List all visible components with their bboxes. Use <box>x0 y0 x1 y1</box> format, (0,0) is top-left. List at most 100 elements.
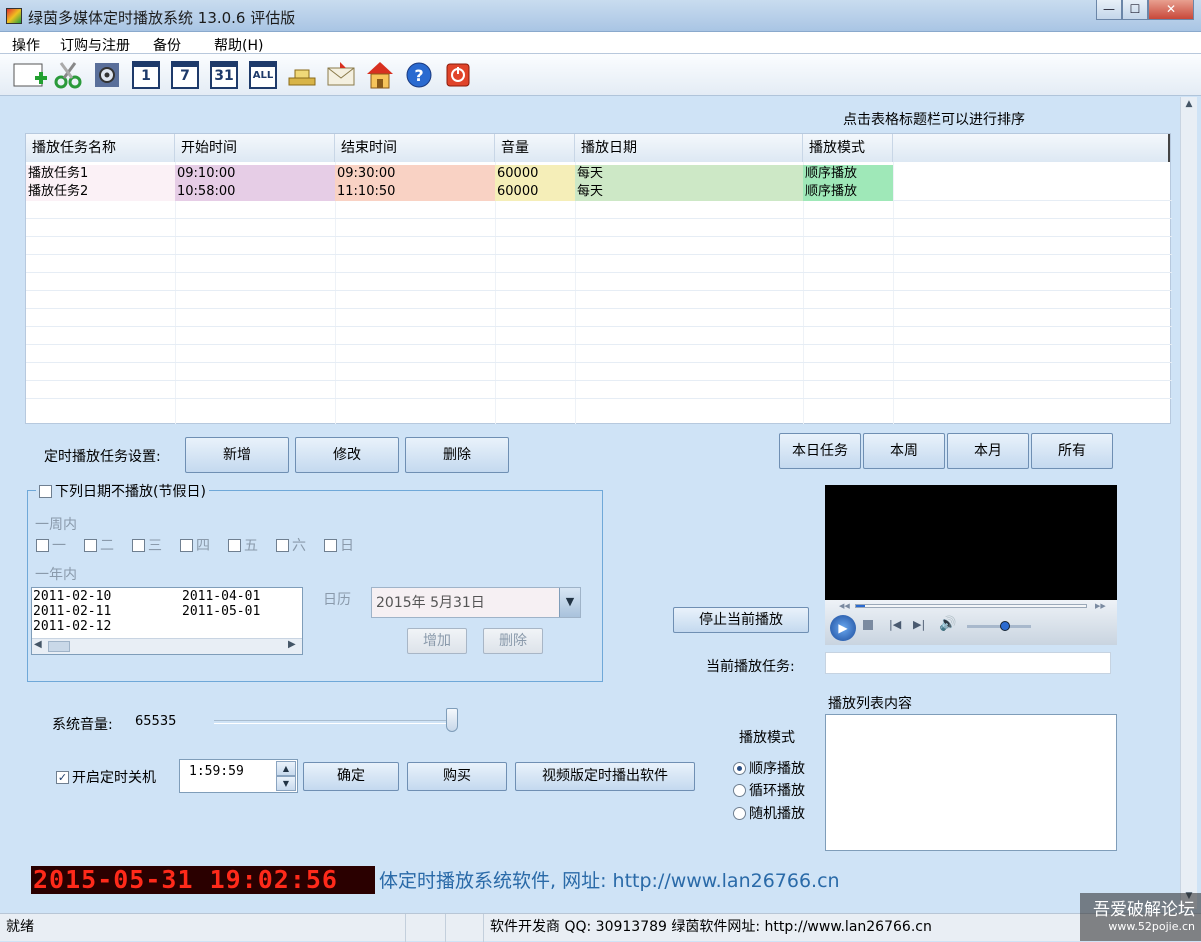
column-header-start[interactable]: 开始时间 <box>175 134 335 162</box>
day-checkbox[interactable]: 日 <box>324 535 354 555</box>
next-icon[interactable]: ▶| <box>913 618 925 631</box>
envelope-icon[interactable] <box>326 60 356 90</box>
table-row[interactable]: 播放任务2 10:58:00 11:10:50 60000 每天 顺序播放 <box>26 183 894 201</box>
scroll-left-icon[interactable]: ◀ <box>34 639 42 650</box>
scissors-icon[interactable] <box>53 60 83 90</box>
play-mode-label: 播放模式 <box>739 730 795 746</box>
scroll-right-icon[interactable]: ▶ <box>288 639 296 650</box>
shutdown-check-icon[interactable]: ✓ <box>56 770 69 784</box>
mode-random-radio[interactable]: 随机播放 <box>733 803 805 823</box>
holiday-date[interactable]: 2011-02-10 <box>33 589 111 604</box>
column-header-mode[interactable]: 播放模式 <box>803 134 893 162</box>
main-scrollbar[interactable]: ▲ ▼ <box>1180 97 1197 909</box>
player-volume-slider[interactable] <box>967 621 1031 631</box>
holiday-date-list[interactable]: 2011-02-10 2011-02-11 2011-02-12 2011-04… <box>31 587 303 655</box>
calendar-month-label: 31 <box>210 61 238 89</box>
shutdown-checkbox[interactable]: ✓ 开启定时关机 <box>56 767 156 787</box>
filter-week-button[interactable]: 本周 <box>863 433 945 469</box>
column-header-volume[interactable]: 音量 <box>495 134 575 162</box>
holiday-date[interactable]: 2011-04-01 <box>182 589 260 604</box>
menu-order-register[interactable]: 订购与注册 <box>60 35 130 55</box>
day-checkbox[interactable]: 一 <box>36 535 66 555</box>
title-bar[interactable]: 绿茵多媒体定时播放系统 13.0.6 评估版 — ☐ ✕ <box>0 0 1201 32</box>
confirm-button[interactable]: 确定 <box>303 762 399 791</box>
system-volume-label: 系统音量: <box>52 717 113 733</box>
scale-icon[interactable] <box>287 60 317 90</box>
window-title: 绿茵多媒体定时播放系统 13.0.6 评估版 <box>28 9 296 27</box>
column-header-name[interactable]: 播放任务名称 <box>26 134 175 162</box>
holiday-checkbox[interactable]: 下列日期不播放(节假日) <box>36 481 209 501</box>
mode-loop-radio[interactable]: 循环播放 <box>733 780 805 800</box>
playlist-box[interactable] <box>825 714 1117 851</box>
media-player-controls[interactable]: ◀◀ ▶▶ ▶ |◀ ▶| 🔊 <box>825 600 1117 645</box>
speaker-icon[interactable]: 🔊 <box>939 616 956 632</box>
day-checkbox[interactable]: 三 <box>132 535 162 555</box>
chevron-down-icon[interactable]: ▼ <box>276 776 296 791</box>
scroll-thumb[interactable] <box>48 641 70 652</box>
system-volume-slider[interactable] <box>214 708 458 732</box>
filter-month-button[interactable]: 本月 <box>947 433 1029 469</box>
close-button[interactable]: ✕ <box>1148 0 1194 20</box>
table-row[interactable]: 播放任务1 09:10:00 09:30:00 60000 每天 顺序播放 <box>26 165 894 183</box>
holiday-list-hscroll[interactable]: ◀ ▶ <box>32 638 302 654</box>
day-checkbox[interactable]: 二 <box>84 535 114 555</box>
status-empty-1 <box>406 914 446 942</box>
task-table[interactable]: 播放任务名称 开始时间 结束时间 音量 播放日期 播放模式 播放任务1 09:1… <box>25 133 1172 424</box>
mode-sequential-radio[interactable]: 顺序播放 <box>733 758 805 778</box>
stop-playback-button[interactable]: 停止当前播放 <box>673 607 809 633</box>
rewind-small-icon[interactable]: ◀◀ <box>839 602 850 610</box>
column-header-end[interactable]: 结束时间 <box>335 134 495 162</box>
remove-holiday-button[interactable]: 删除 <box>483 628 543 654</box>
menu-help[interactable]: 帮助(H) <box>214 35 263 55</box>
holiday-title: 下列日期不播放(节假日) <box>55 484 206 500</box>
cell-end: 11:10:50 <box>335 183 495 201</box>
scroll-up-icon[interactable]: ▲ <box>1182 99 1196 113</box>
minimize-button[interactable]: — <box>1096 0 1122 20</box>
menu-backup[interactable]: 备份 <box>153 35 181 55</box>
day-checkbox[interactable]: 六 <box>276 535 306 555</box>
shutdown-time-value[interactable]: 1:59:59 <box>189 764 244 779</box>
day-checkbox[interactable]: 四 <box>180 535 210 555</box>
holiday-date[interactable]: 2011-02-12 <box>33 619 111 634</box>
add-holiday-button[interactable]: 增加 <box>407 628 467 654</box>
volume-thumb[interactable] <box>446 708 458 732</box>
status-developer-info: 软件开发商 QQ: 30913789 绿茵软件网址: http://www.la… <box>490 919 932 935</box>
new-task-button[interactable]: 新增 <box>185 437 289 473</box>
power-icon[interactable] <box>443 60 473 90</box>
calendar-week-icon[interactable]: 7 <box>170 60 200 90</box>
holiday-date[interactable]: 2011-02-11 <box>33 604 111 619</box>
video-version-button[interactable]: 视频版定时播出软件 <box>515 762 695 791</box>
shutdown-time-stepper[interactable]: 1:59:59 ▲ ▼ <box>179 759 298 793</box>
add-task-icon[interactable] <box>13 60 47 90</box>
filter-today-button[interactable]: 本日任务 <box>779 433 861 469</box>
help-icon[interactable]: ? <box>404 60 434 90</box>
delete-task-button[interactable]: 删除 <box>405 437 509 473</box>
column-header-filler <box>893 134 1170 162</box>
edit-task-button[interactable]: 修改 <box>295 437 399 473</box>
cell-name: 播放任务1 <box>26 165 175 183</box>
home-icon[interactable] <box>365 60 395 90</box>
holiday-checkbox-box[interactable] <box>39 484 52 498</box>
forward-small-icon[interactable]: ▶▶ <box>1095 602 1106 610</box>
calendar-all-icon[interactable]: ALL <box>248 60 278 90</box>
holiday-date[interactable]: 2011-05-01 <box>182 604 260 619</box>
calendar-day-icon[interactable]: 1 <box>131 60 161 90</box>
settings-gear-icon[interactable] <box>92 60 122 90</box>
previous-icon[interactable]: |◀ <box>889 618 901 631</box>
play-icon[interactable]: ▶ <box>830 615 856 641</box>
app-icon <box>6 8 22 24</box>
buy-button[interactable]: 购买 <box>407 762 507 791</box>
calendar-month-icon[interactable]: 31 <box>209 60 239 90</box>
calendar-date-picker[interactable]: 2015年 5月31日 ▼ <box>371 587 581 618</box>
menu-operate[interactable]: 操作 <box>12 35 40 55</box>
chevron-down-icon[interactable]: ▼ <box>559 588 580 617</box>
column-header-date[interactable]: 播放日期 <box>575 134 803 162</box>
cell-end: 09:30:00 <box>335 165 495 183</box>
filter-all-button[interactable]: 所有 <box>1031 433 1113 469</box>
maximize-button[interactable]: ☐ <box>1122 0 1148 20</box>
seek-bar[interactable] <box>855 604 1087 608</box>
menu-bar: 操作 订购与注册 备份 帮助(H) <box>0 32 1201 54</box>
chevron-up-icon[interactable]: ▲ <box>276 761 296 776</box>
stop-icon[interactable] <box>863 620 873 630</box>
day-checkbox[interactable]: 五 <box>228 535 258 555</box>
